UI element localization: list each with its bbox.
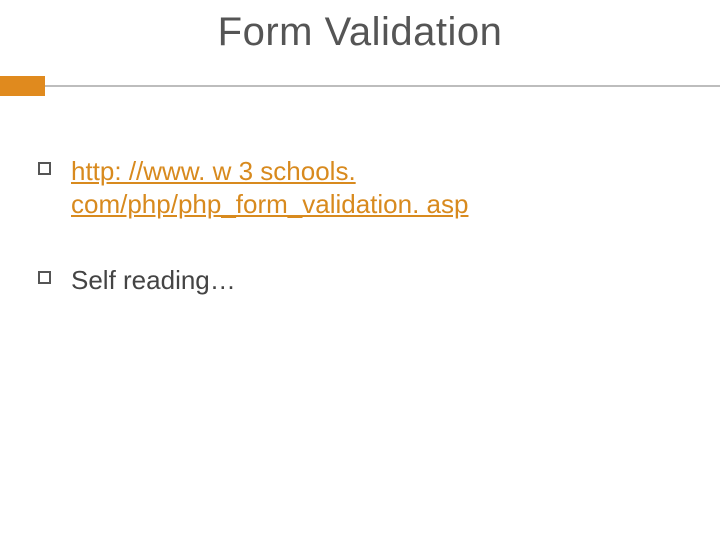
- bullet-icon: [38, 162, 51, 175]
- content-area: http: //www. w 3 schools. com/php/php_fo…: [38, 155, 678, 341]
- divider-line: [0, 85, 720, 87]
- divider-accent: [0, 76, 45, 96]
- bullet-text: Self reading…: [71, 264, 236, 297]
- slide: Form Validation http: //www. w 3 schools…: [0, 0, 720, 540]
- link-w3schools[interactable]: http: //www. w 3 schools. com/php/php_fo…: [71, 155, 678, 220]
- bullet-icon: [38, 271, 51, 284]
- list-item: http: //www. w 3 schools. com/php/php_fo…: [38, 155, 678, 220]
- list-item: Self reading…: [38, 264, 678, 297]
- page-title: Form Validation: [0, 10, 720, 55]
